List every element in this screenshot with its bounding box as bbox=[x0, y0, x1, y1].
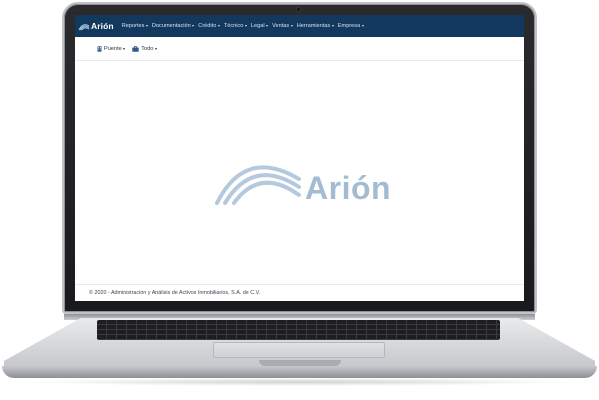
arion-logo-icon bbox=[78, 24, 90, 31]
caret-down-icon bbox=[244, 25, 247, 27]
menu-label: Herramientas bbox=[296, 23, 331, 29]
caret-down-icon bbox=[145, 25, 148, 27]
puente-dropdown[interactable]: Puente bbox=[97, 45, 126, 52]
building-icon bbox=[97, 45, 102, 52]
menu-credito[interactable]: Crédito bbox=[198, 23, 220, 29]
caret-down-icon bbox=[123, 47, 126, 50]
menu-label: Reportes bbox=[121, 23, 145, 29]
dropdown-label: Todo bbox=[141, 45, 154, 52]
laptop-screen: Arión Reportes Documentación Crédito Téc… bbox=[75, 15, 524, 301]
menu-label: Ventas bbox=[272, 23, 290, 29]
caret-down-icon bbox=[192, 25, 195, 27]
dropdown-label: Puente bbox=[104, 45, 122, 52]
menu-label: Legal bbox=[250, 23, 265, 29]
main-menu: Reportes Documentación Crédito Técnico L… bbox=[122, 23, 368, 29]
footer-copyright: © 2020 - Administración y Análisis de Ac… bbox=[89, 290, 261, 296]
caret-down-icon bbox=[217, 25, 220, 27]
page-footer: © 2020 - Administración y Análisis de Ac… bbox=[75, 284, 524, 301]
laptop-front-edge bbox=[2, 366, 597, 378]
menu-tecnico[interactable]: Técnico bbox=[224, 23, 247, 29]
menu-label: Crédito bbox=[198, 23, 217, 29]
center-logo-text: Arión bbox=[305, 170, 392, 206]
filter-bar: Puente Todo bbox=[75, 37, 524, 61]
menu-herramientas[interactable]: Herramientas bbox=[297, 23, 334, 29]
menu-documentacion[interactable]: Documentación bbox=[151, 23, 195, 29]
trackpad bbox=[213, 342, 385, 358]
menu-empresa[interactable]: Empresa bbox=[338, 23, 364, 29]
menu-label: Técnico bbox=[223, 23, 244, 29]
keyboard bbox=[97, 320, 500, 340]
caret-down-icon bbox=[266, 25, 269, 27]
briefcase-icon bbox=[132, 45, 139, 52]
caret-down-icon bbox=[331, 25, 334, 27]
todo-dropdown[interactable]: Todo bbox=[132, 46, 157, 52]
brand-name: Arión bbox=[91, 21, 114, 31]
menu-ventas[interactable]: Ventas bbox=[272, 23, 293, 29]
brand-logo[interactable]: Arión bbox=[78, 21, 114, 31]
caret-down-icon bbox=[154, 47, 157, 50]
menu-legal[interactable]: Legal bbox=[250, 23, 269, 29]
top-navbar: Arión Reportes Documentación Crédito Téc… bbox=[75, 15, 524, 37]
caret-down-icon bbox=[290, 25, 293, 27]
caret-down-icon bbox=[361, 25, 364, 27]
webcam bbox=[296, 7, 301, 12]
laptop-shadow bbox=[20, 378, 579, 386]
menu-reportes[interactable]: Reportes bbox=[122, 23, 148, 29]
opening-notch bbox=[259, 360, 341, 366]
menu-label: Documentación bbox=[151, 23, 191, 29]
menu-label: Empresa bbox=[337, 23, 361, 29]
